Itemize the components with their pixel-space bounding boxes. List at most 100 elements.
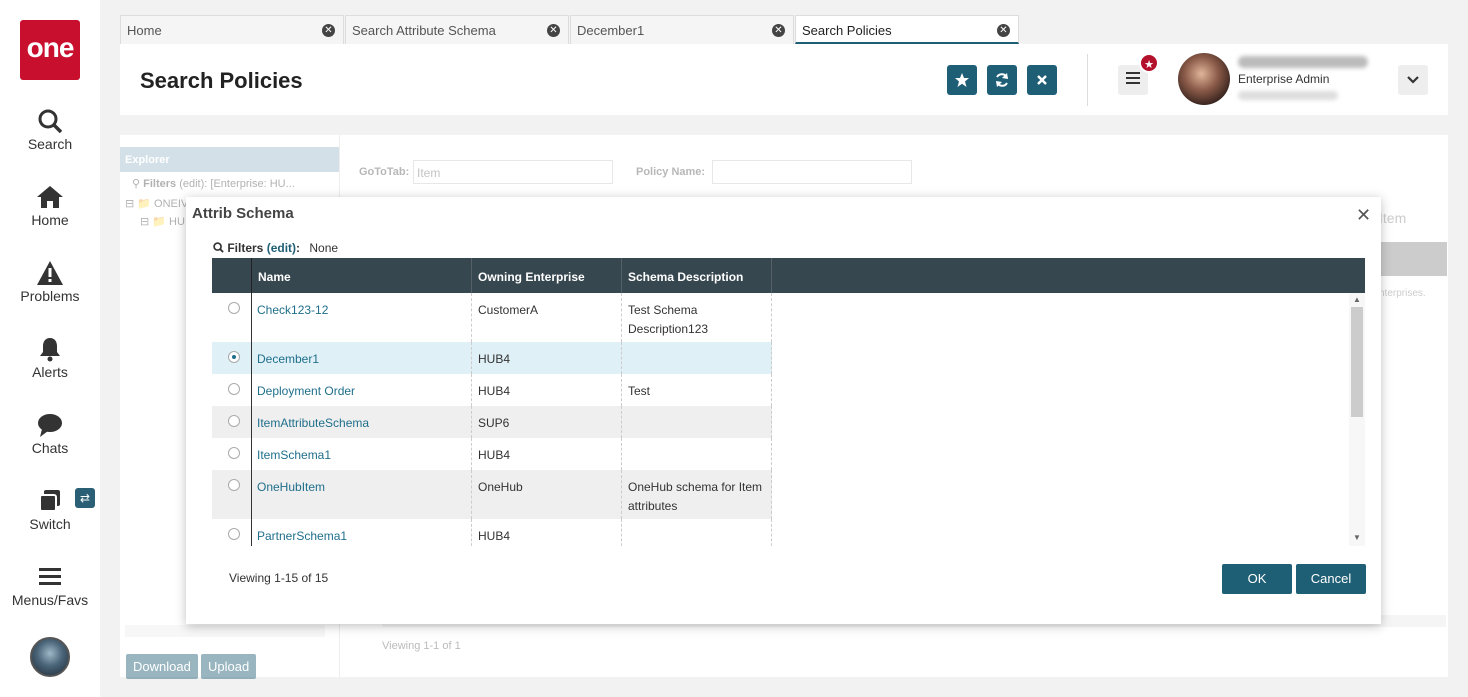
row-radio[interactable] — [228, 383, 240, 395]
tree-node-child[interactable]: ⊟ 📁 HU — [140, 215, 185, 228]
cell-name[interactable]: December1 — [251, 342, 471, 374]
close-tab-icon[interactable]: ✕ — [997, 24, 1010, 37]
policy-name-input[interactable] — [712, 160, 912, 184]
table-row[interactable]: OneHubItem OneHub OneHub schema for Item… — [212, 470, 772, 519]
explorer-hscrollbar[interactable] — [125, 625, 325, 637]
grid-vscrollbar[interactable]: ▲ ▼ — [1349, 293, 1365, 546]
home-icon — [37, 186, 63, 208]
nav-problems[interactable]: Problems — [0, 260, 100, 304]
nav-search[interactable]: Search — [0, 108, 100, 152]
row-radio[interactable] — [228, 447, 240, 459]
tab-search-attribute-schema[interactable]: Search Attribute Schema ✕ — [345, 15, 569, 44]
cell-owner: CustomerA — [471, 293, 621, 342]
cell-name[interactable]: Deployment Order — [251, 374, 471, 406]
grid-body: Check123-12 CustomerA Test Schema Descri… — [212, 293, 1349, 546]
explorer-filters-edit[interactable]: (edit): — [179, 178, 207, 190]
viewing-count: Viewing 1-15 of 15 — [229, 571, 329, 585]
table-row[interactable]: December1 HUB4 — [212, 342, 772, 374]
chevron-down-icon — [1407, 76, 1419, 84]
goto-tab-select[interactable]: Item — [413, 160, 613, 184]
explorer-filters: ⚲ Filters (edit): [Enterprise: HU... — [120, 172, 339, 195]
nav-menus-favs[interactable]: Menus/Favs — [0, 564, 100, 608]
header-divider — [1087, 54, 1088, 106]
row-radio[interactable] — [228, 351, 240, 363]
close-tab-icon[interactable]: ✕ — [547, 24, 560, 37]
tab-home-label: Home — [127, 23, 162, 38]
favorite-button[interactable] — [947, 65, 977, 95]
user-menu-button[interactable] — [1398, 65, 1428, 95]
tab-label: December1 — [577, 23, 645, 38]
column-header-schema-description[interactable]: Schema Description — [621, 258, 772, 293]
ok-button[interactable]: OK — [1222, 564, 1292, 594]
cell-name[interactable]: PartnerSchema1 — [251, 519, 471, 546]
table-row[interactable]: PartnerSchema1 HUB4 — [212, 519, 772, 546]
dialog-close-icon[interactable]: ✕ — [1356, 205, 1371, 226]
row-radio[interactable] — [228, 528, 240, 540]
user-avatar[interactable] — [1178, 53, 1230, 105]
row-radio[interactable] — [228, 415, 240, 427]
explorer-filters-value: [Enterprise: HU... — [210, 178, 295, 190]
tree-root-label: ONEIV — [154, 198, 189, 210]
hamburger-icon — [1126, 72, 1140, 84]
favorites-star-icon[interactable]: ★ — [1139, 53, 1159, 73]
close-page-button[interactable] — [1027, 65, 1057, 95]
hamburger-icon — [39, 568, 61, 585]
filters-label: Filters — [227, 241, 264, 255]
close-icon — [1037, 75, 1047, 85]
tree-node-root[interactable]: ⊟ 📁 ONEIV — [125, 197, 188, 210]
assistant-avatar[interactable] — [30, 637, 70, 677]
scroll-down-icon[interactable]: ▼ — [1353, 533, 1361, 542]
cell-owner: SUP6 — [471, 406, 621, 438]
cell-name[interactable]: ItemAttributeSchema — [251, 406, 471, 438]
cell-owner: OneHub — [471, 470, 621, 519]
column-header-owning-enterprise[interactable]: Owning Enterprise — [471, 258, 621, 293]
upload-button[interactable]: Upload — [201, 654, 257, 679]
nav-alerts[interactable]: Alerts — [0, 336, 100, 380]
tab-label: Search Policies — [802, 23, 892, 38]
cell-description: Test — [621, 374, 772, 406]
filters-edit-link[interactable]: (edit) — [267, 241, 296, 255]
column-header-name[interactable]: Name — [251, 258, 472, 293]
cell-name[interactable]: ItemSchema1 — [251, 438, 471, 470]
cell-description — [621, 438, 772, 470]
tab-december1[interactable]: December1 ✕ — [570, 15, 794, 44]
nav-chats[interactable]: Chats — [0, 412, 100, 456]
user-name-redacted — [1238, 56, 1368, 68]
swap-icon[interactable]: ⇄ — [75, 488, 95, 508]
filters-value: None — [309, 241, 339, 255]
search-icon — [213, 242, 224, 253]
chat-icon — [38, 414, 62, 437]
cell-name[interactable]: Check123-12 — [251, 293, 471, 342]
nav-alerts-label: Alerts — [32, 364, 68, 380]
cell-name[interactable]: OneHubItem — [251, 470, 471, 519]
one-logo[interactable]: one — [20, 20, 80, 80]
scrollbar-thumb[interactable] — [1351, 307, 1363, 417]
nav-search-label: Search — [27, 136, 73, 152]
cell-owner: HUB4 — [471, 519, 621, 546]
tab-search-policies[interactable]: Search Policies ✕ — [795, 15, 1019, 44]
nav-home[interactable]: Home — [0, 184, 100, 228]
table-row[interactable]: Deployment Order HUB4 Test — [212, 374, 772, 406]
table-row[interactable]: ItemAttributeSchema SUP6 — [212, 406, 772, 438]
background-hint-text: nterprises. — [1379, 288, 1426, 299]
tab-home[interactable]: Home ✕ — [120, 15, 344, 44]
explorer-filters-label: Filters — [143, 178, 177, 190]
nav-menus-label: Menus/Favs — [11, 592, 89, 608]
refresh-button[interactable] — [987, 65, 1017, 95]
row-radio[interactable] — [228, 302, 240, 314]
close-tab-icon[interactable]: ✕ — [772, 24, 785, 37]
page-title: Search Policies — [140, 68, 303, 93]
goto-tab-label: GoToTab: — [359, 166, 410, 178]
item-tab[interactable]: Item — [1379, 210, 1406, 226]
explorer-title: Explorer — [120, 147, 339, 172]
download-button[interactable]: Download — [126, 654, 198, 679]
table-row[interactable]: ItemSchema1 HUB4 — [212, 438, 772, 470]
cancel-button[interactable]: Cancel — [1296, 564, 1366, 594]
close-tab-icon[interactable]: ✕ — [322, 24, 335, 37]
row-radio[interactable] — [228, 479, 240, 491]
dialog-title: Attrib Schema — [192, 205, 294, 222]
table-row[interactable]: Check123-12 CustomerA Test Schema Descri… — [212, 293, 772, 342]
tree-child-label: HU — [169, 216, 185, 228]
scroll-up-icon[interactable]: ▲ — [1353, 295, 1361, 304]
cell-owner: HUB4 — [471, 342, 621, 374]
